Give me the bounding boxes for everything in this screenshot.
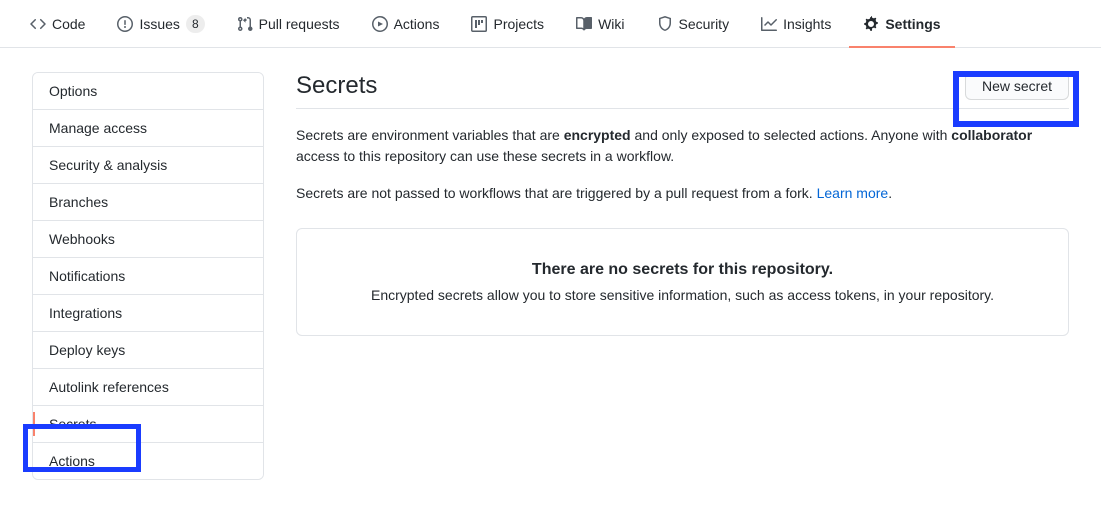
page-header: Secrets New secret — [296, 72, 1069, 109]
sidebar-item-label: Secrets — [49, 416, 96, 432]
sidebar-item-label: Notifications — [49, 268, 125, 284]
description-paragraph-2: Secrets are not passed to workflows that… — [296, 183, 1069, 204]
content-area: Secrets New secret Secrets are environme… — [296, 72, 1069, 480]
tab-insights[interactable]: Insights — [747, 0, 845, 47]
sidebar-item-label: Autolink references — [49, 379, 169, 395]
sidebar-item-manage-access[interactable]: Manage access — [33, 110, 263, 147]
tab-insights-label: Insights — [783, 16, 831, 32]
projects-icon — [471, 16, 487, 32]
sidebar-item-label: Webhooks — [49, 231, 115, 247]
sidebar-item-security-analysis[interactable]: Security & analysis — [33, 147, 263, 184]
pull-request-icon — [237, 16, 253, 32]
tab-code[interactable]: Code — [16, 0, 99, 47]
sidebar-item-notifications[interactable]: Notifications — [33, 258, 263, 295]
gear-icon — [863, 16, 879, 32]
empty-state-subtitle: Encrypted secrets allow you to store sen… — [329, 287, 1036, 303]
issues-icon — [117, 16, 133, 32]
insights-icon — [761, 16, 777, 32]
page-title: Secrets — [296, 72, 377, 100]
actions-icon — [372, 16, 388, 32]
tab-settings-label: Settings — [885, 16, 940, 32]
sidebar-item-label: Actions — [49, 453, 95, 469]
tab-actions[interactable]: Actions — [358, 0, 454, 47]
shield-icon — [657, 16, 673, 32]
empty-state: There are no secrets for this repository… — [296, 228, 1069, 336]
main-layout: Options Manage access Security & analysi… — [0, 48, 1101, 504]
repo-nav: Code Issues 8 Pull requests Actions Proj… — [0, 0, 1101, 48]
new-secret-button[interactable]: New secret — [965, 72, 1069, 100]
tab-pulls[interactable]: Pull requests — [223, 0, 354, 47]
sidebar-item-integrations[interactable]: Integrations — [33, 295, 263, 332]
wiki-icon — [576, 16, 592, 32]
sidebar-item-branches[interactable]: Branches — [33, 184, 263, 221]
tab-actions-label: Actions — [394, 16, 440, 32]
settings-sidebar: Options Manage access Security & analysi… — [32, 72, 264, 480]
sidebar-item-label: Security & analysis — [49, 157, 167, 173]
tab-settings[interactable]: Settings — [849, 0, 954, 47]
empty-state-title: There are no secrets for this repository… — [329, 261, 1036, 279]
tab-projects-label: Projects — [493, 16, 544, 32]
tab-issues[interactable]: Issues 8 — [103, 0, 218, 47]
tab-security[interactable]: Security — [643, 0, 744, 47]
tab-pulls-label: Pull requests — [259, 16, 340, 32]
sidebar-item-options[interactable]: Options — [33, 73, 263, 110]
sidebar-item-actions[interactable]: Actions — [33, 443, 263, 479]
tab-projects[interactable]: Projects — [457, 0, 558, 47]
sidebar-item-label: Options — [49, 83, 97, 99]
sidebar-item-label: Deploy keys — [49, 342, 125, 358]
tab-wiki[interactable]: Wiki — [562, 0, 638, 47]
tab-security-label: Security — [679, 16, 730, 32]
learn-more-link[interactable]: Learn more — [817, 185, 889, 201]
sidebar-item-label: Branches — [49, 194, 108, 210]
issues-count: 8 — [186, 15, 205, 33]
sidebar-item-deploy-keys[interactable]: Deploy keys — [33, 332, 263, 369]
tab-code-label: Code — [52, 16, 85, 32]
tab-issues-label: Issues — [139, 16, 179, 32]
tab-wiki-label: Wiki — [598, 16, 624, 32]
sidebar-item-webhooks[interactable]: Webhooks — [33, 221, 263, 258]
sidebar-item-secrets[interactable]: Secrets — [33, 406, 263, 443]
sidebar-item-autolink[interactable]: Autolink references — [33, 369, 263, 406]
sidebar-item-label: Integrations — [49, 305, 122, 321]
description-paragraph-1: Secrets are environment variables that a… — [296, 125, 1069, 167]
code-icon — [30, 16, 46, 32]
sidebar-item-label: Manage access — [49, 120, 147, 136]
